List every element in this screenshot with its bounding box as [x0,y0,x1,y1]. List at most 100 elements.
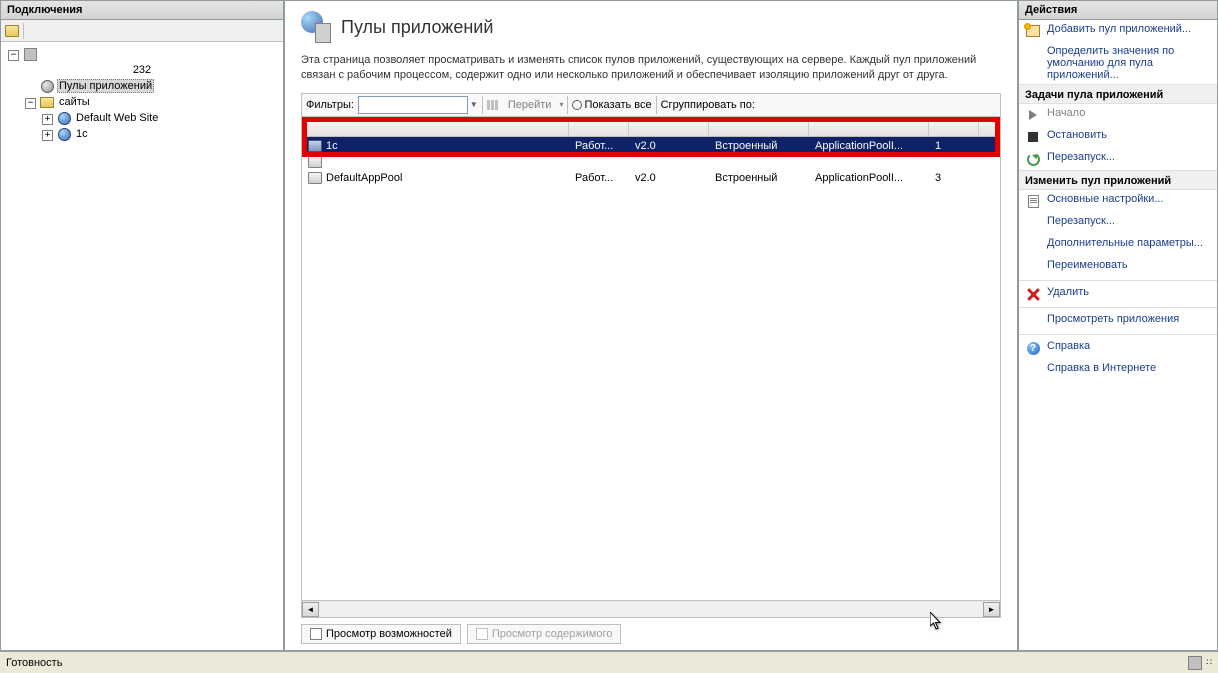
stop-icon [1028,132,1038,142]
col-name[interactable] [302,117,569,136]
action-rename[interactable]: Переименовать [1019,256,1217,278]
connections-tree[interactable]: − 232 Пулы приложений − сайты + [1,42,283,650]
grid-header[interactable] [302,117,1000,137]
app-pools-grid[interactable]: 1c Работ... v2.0 Встроенный ApplicationP… [301,117,1001,618]
separator [1019,334,1217,335]
blank-icon [1025,259,1041,275]
separator [482,96,483,114]
add-icon [1026,25,1040,37]
folder-icon [40,97,54,108]
action-advanced[interactable]: Дополнительные параметры... [1019,234,1217,256]
filter-input[interactable] [358,96,468,114]
site-icon [58,128,71,141]
separator [1019,280,1217,281]
app-pools-icon [41,80,54,93]
action-help[interactable]: ? Справка [1019,337,1217,359]
action-set-defaults[interactable]: Определить значения по умолчанию для пул… [1019,42,1217,84]
collapse-icon[interactable]: − [8,50,19,61]
separator [23,23,24,39]
grid-row[interactable]: DefaultAppPool Работ... v2.0 Встроенный … [302,169,1000,187]
col-mode[interactable] [709,117,809,136]
show-all-button[interactable]: Показать все [584,99,651,111]
app-pool-icon [308,140,322,152]
go-button[interactable]: Перейти [504,99,556,111]
blank-icon [1025,362,1041,378]
page-title: Пулы приложений [341,17,493,38]
separator [656,96,657,114]
action-add-pool[interactable]: Добавить пул приложений... [1019,20,1217,42]
action-basic-settings[interactable]: Основные настройки... [1019,190,1217,212]
recycle-icon [1027,153,1040,166]
blank-icon [1025,313,1041,329]
status-text: Готовность [6,657,62,669]
blank-icon [1025,237,1041,253]
expand-icon[interactable]: + [42,114,53,125]
horizontal-scrollbar[interactable]: ◄ ► [302,600,1000,617]
separator [567,96,568,114]
status-server-icon [1188,656,1202,670]
action-view-apps[interactable]: Просмотреть приложения [1019,310,1217,332]
main-content: Пулы приложений Эта страница позволяет п… [284,0,1018,651]
status-indicator: ∷ [1206,657,1212,668]
tree-app-pools[interactable]: Пулы приложений [5,78,279,94]
action-help-online[interactable]: Справка в Интернете [1019,359,1217,381]
scroll-right-button[interactable]: ► [983,602,1000,617]
grid-body: 1c Работ... v2.0 Встроенный ApplicationP… [302,137,1000,187]
col-version[interactable] [629,117,709,136]
app-pool-icon [308,172,322,184]
tab-content-view[interactable]: Просмотр содержимого [467,624,622,644]
view-tabs: Просмотр возможностей Просмотр содержимо… [285,618,1017,650]
actions-panel: Действия Добавить пул приложений... Опре… [1018,0,1218,651]
action-recycle[interactable]: Перезапуск... [1019,148,1217,170]
blank-icon [1025,215,1041,231]
col-identity[interactable] [809,117,929,136]
delete-icon [1027,288,1040,301]
status-bar: Готовность ∷ [0,651,1218,673]
connections-panel: Подключения − 232 Пулы приложений − [0,0,284,651]
document-icon [1028,195,1039,208]
section-pool-tasks: Задачи пула приложений [1019,84,1217,104]
expand-icon[interactable]: + [42,130,53,141]
tree-sites[interactable]: − сайты [5,94,279,110]
server-icon [24,48,37,61]
status-bar-right: ∷ [1188,656,1212,670]
play-icon [1029,110,1037,120]
dropdown-icon[interactable]: ▼ [470,100,478,109]
section-edit-pool: Изменить пул приложений [1019,170,1217,190]
blank-icon [1025,45,1041,61]
show-all-icon [572,100,582,110]
tree-server-node[interactable]: − [5,46,279,62]
app-pools-title-icon [301,11,333,43]
separator [1019,307,1217,308]
group-by-label[interactable]: Сгруппировать по: [661,99,755,111]
grid-row[interactable]: 1c Работ... v2.0 Встроенный ApplicationP… [302,137,1000,155]
go-icon [487,100,498,110]
features-icon [310,628,322,640]
folder-icon[interactable] [5,25,19,37]
col-state[interactable] [569,117,629,136]
action-restart[interactable]: Перезапуск... [1019,212,1217,234]
dropdown-icon[interactable]: ▾ [559,100,563,109]
action-start[interactable]: Начало [1019,104,1217,126]
col-apps[interactable] [929,117,979,136]
page-title-row: Пулы приложений [301,11,1001,43]
app-pool-icon [308,156,322,168]
page-description: Эта страница позволяет просматривать и и… [301,53,1001,83]
grid-row-obscured[interactable] [302,155,1000,169]
filter-bar: Фильтры: ▼ Перейти ▾ Показать все Сгрупп… [301,93,1001,117]
help-icon: ? [1027,342,1040,355]
site-icon [58,112,71,125]
connections-header: Подключения [1,1,283,20]
action-delete[interactable]: Удалить [1019,283,1217,305]
tree-site-default[interactable]: + Default Web Site [5,110,279,126]
content-icon [476,628,488,640]
action-stop[interactable]: Остановить [1019,126,1217,148]
tab-features-view[interactable]: Просмотр возможностей [301,624,461,644]
tree-server-label[interactable]: 232 [5,62,279,78]
collapse-icon[interactable]: − [25,98,36,109]
connections-toolbar [1,20,283,42]
filter-label: Фильтры: [306,99,354,111]
tree-site-1c[interactable]: + 1c [5,126,279,142]
scroll-track[interactable] [319,602,983,617]
scroll-left-button[interactable]: ◄ [302,602,319,617]
